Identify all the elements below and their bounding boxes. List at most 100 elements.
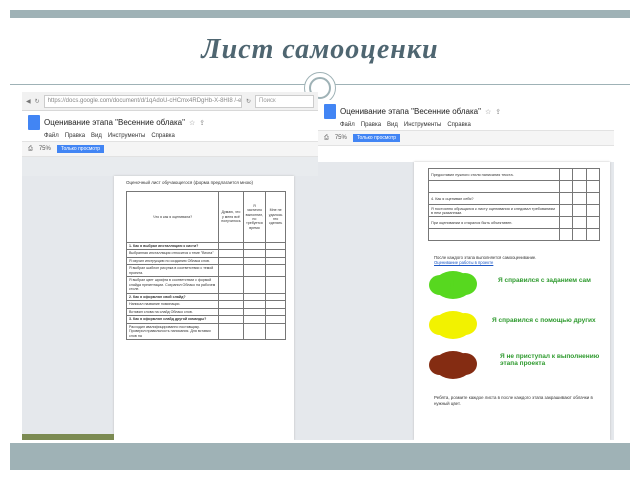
table-cell: Написал название номинации. <box>125 300 220 309</box>
document-page: Оценочный лист обучающегося (форма предл… <box>114 176 294 440</box>
table-cell: Я постоянно обращался к листу оценивания… <box>428 204 560 217</box>
document-canvas: Предоставил нужного стиля написания текс… <box>318 162 614 440</box>
zoom-select[interactable]: 75% <box>335 135 347 141</box>
slide-title: Лист самооценки <box>201 34 439 65</box>
table-cell-empty <box>585 216 601 229</box>
table-cell-empty <box>218 256 244 266</box>
zoom-select[interactable]: 75% <box>39 146 51 152</box>
menu-edit[interactable]: Правка <box>361 122 381 128</box>
table-cell-empty <box>558 180 574 193</box>
print-icon[interactable]: ⎙ <box>324 135 329 142</box>
table-cell-empty <box>265 241 286 251</box>
menu-file[interactable]: Файл <box>44 133 59 139</box>
table-cell-empty <box>218 276 244 294</box>
table-header-cell: Думаю, что у меня всё получилось <box>218 191 244 243</box>
assessment-table: Предоставил нужного стиля написания текс… <box>428 168 601 241</box>
browser-search-input[interactable]: Поиск <box>255 94 314 108</box>
table-cell: Я изучил инструкцию по созданию Облака с… <box>125 256 220 266</box>
legend-item: Я не приступал к выполнению этапа проект… <box>429 345 610 385</box>
share-icon[interactable]: ⇪ <box>199 119 205 127</box>
refresh-icon[interactable]: ↻ <box>246 98 251 105</box>
table-cell-empty <box>242 249 267 259</box>
table-cell-empty <box>218 292 244 302</box>
table-cell: Расходил квалифицированно поставщику. Пр… <box>125 322 220 341</box>
share-icon[interactable]: ⇪ <box>495 108 501 116</box>
table-cell-empty <box>558 168 574 181</box>
table-cell-empty <box>265 315 286 324</box>
background-image-strip <box>22 434 114 440</box>
docs-toolbar: ⎙ 75% Только просмотр <box>22 141 318 157</box>
menu-view[interactable]: Вид <box>387 122 398 128</box>
table-cell: Предоставил нужного стиля написания текс… <box>428 168 560 181</box>
table-cell-empty <box>265 264 286 278</box>
table-cell-empty <box>572 216 587 229</box>
table-cell-empty <box>265 300 286 309</box>
sheet-heading: Оценочный лист обучающегося (форма предл… <box>126 180 253 185</box>
table-cell-empty <box>585 228 601 241</box>
reload-icon[interactable]: ↻ <box>35 98 40 105</box>
menu-view[interactable]: Вид <box>91 133 102 139</box>
table-cell-empty <box>585 180 601 193</box>
menu-tools[interactable]: Инструменты <box>108 133 145 139</box>
table-row: 1. Как я выбрал инсталляцию к кисти? <box>125 241 286 251</box>
table-header-cell: Мне не удалось это сделать <box>265 191 286 243</box>
menu-bar: Файл Правка Вид Инструменты Справка <box>340 122 608 128</box>
cloud-icon <box>429 311 477 339</box>
table-header-row: Что я как я оценивала? Думаю, что у меня… <box>125 191 286 243</box>
table-cell-empty <box>242 276 267 294</box>
table-cell-empty <box>242 315 267 324</box>
table-row: Я выбрал шаблон рисунка в соответствии с… <box>125 264 286 278</box>
document-title: Оценивание этапа "Весенние облака" <box>44 118 185 127</box>
table-cell-empty <box>558 192 574 205</box>
table-cell-empty <box>558 204 574 217</box>
menu-bar: Файл Правка Вид Инструменты Справка <box>44 133 312 139</box>
print-icon[interactable]: ⎙ <box>28 146 33 153</box>
table-cell-empty <box>265 292 286 302</box>
docs-header: Оценивание этапа "Весенние облака" ☆ ⇪ Ф… <box>22 111 318 141</box>
table-cell: 1. Как я выбрал инсталляцию к кисти? <box>125 241 220 251</box>
table-cell: 4. Как я оценивал себя? <box>428 192 560 205</box>
menu-edit[interactable]: Правка <box>65 133 85 139</box>
assessment-table: Что я как я оценивала? Думаю, что у меня… <box>125 191 286 341</box>
menu-tools[interactable]: Инструменты <box>404 122 441 128</box>
table-header-cell: Что я как я оценивала? <box>125 191 220 243</box>
menu-help[interactable]: Справка <box>447 122 471 128</box>
table-cell-empty <box>572 204 587 217</box>
table-header-cell: Я частично выполнил, но требуется время <box>242 191 267 243</box>
table-cell-empty <box>218 300 244 309</box>
table-cell: Я выбрал цвет шрифта в соответствии с фо… <box>125 276 220 294</box>
table-cell-empty <box>218 249 244 259</box>
star-icon[interactable]: ☆ <box>485 108 491 116</box>
right-document-screenshot: Оценивание этапа "Весенние облака" ☆ ⇪ Ф… <box>318 100 614 440</box>
table-cell-empty <box>265 322 286 341</box>
view-mode-button[interactable]: Только просмотр <box>56 145 105 153</box>
table-cell-empty <box>218 322 244 341</box>
legend-label: Я не приступал к выполнению этапа проект… <box>500 353 600 367</box>
closing-note: Ребята, розмите каждое листа в после каж… <box>434 395 593 407</box>
table-row <box>428 228 601 241</box>
table-row: Я постоянно обращался к листу оценивания… <box>428 204 601 217</box>
cloud-icon <box>429 351 477 379</box>
table-row: Выбранная инсталляция относится к теме "… <box>125 249 286 259</box>
browser-toolbar: ◀ ↻ https://docs.google.com/document/d/1… <box>22 92 318 111</box>
table-cell-empty <box>265 307 286 317</box>
table-cell-empty <box>242 307 267 317</box>
table-cell-empty <box>242 300 267 309</box>
table-cell-empty <box>572 180 587 193</box>
star-icon[interactable]: ☆ <box>189 119 195 127</box>
table-cell-empty <box>585 168 601 181</box>
menu-help[interactable]: Справка <box>151 133 175 139</box>
table-cell-empty <box>242 241 267 251</box>
table-cell-empty <box>265 256 286 266</box>
menu-file[interactable]: Файл <box>340 122 355 128</box>
table-cell-empty <box>558 228 574 241</box>
view-mode-button[interactable]: Только просмотр <box>352 134 401 142</box>
table-row: 3. Как я оформлял слайд другой команды? <box>125 315 286 324</box>
table-cell-empty <box>572 228 587 241</box>
back-icon[interactable]: ◀ <box>26 98 31 105</box>
table-cell <box>428 228 560 241</box>
table-cell-empty <box>242 292 267 302</box>
table-row: При оценивании я старался быть объективе… <box>428 216 601 229</box>
address-bar[interactable]: https://docs.google.com/document/d/1qAdo… <box>43 94 242 108</box>
legend-label: Я справился с помощью других <box>492 317 596 324</box>
